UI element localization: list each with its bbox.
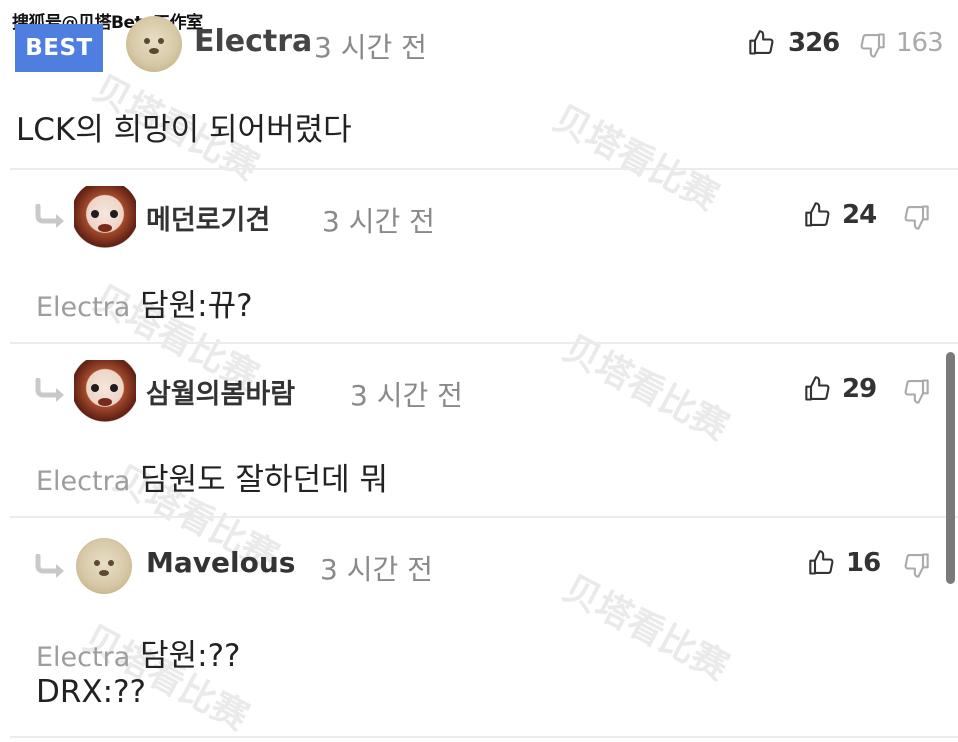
watermark-2: 贝塔看比赛 bbox=[546, 97, 725, 219]
like-button[interactable]: 29 bbox=[804, 372, 884, 408]
reply-arrow-icon bbox=[35, 554, 64, 578]
reply-text: Electra 담원:뀨? bbox=[36, 280, 253, 325]
reply-author[interactable]: Mavelous bbox=[146, 546, 295, 579]
like-button[interactable]: 24 bbox=[804, 198, 884, 234]
avatar[interactable] bbox=[126, 16, 182, 72]
watermark-6: 贝塔看比赛 bbox=[556, 567, 735, 689]
thumbs-up-icon bbox=[809, 550, 834, 575]
mention[interactable]: Electra bbox=[36, 642, 130, 673]
thumbs-up-icon bbox=[749, 30, 774, 55]
reply-text: Electra 담원:?? bbox=[36, 630, 241, 675]
like-button[interactable]: 326 bbox=[748, 26, 840, 62]
scrollbar-thumb[interactable] bbox=[946, 352, 955, 584]
reply-time: 3 시간 전 bbox=[322, 205, 435, 238]
mention[interactable]: Electra bbox=[36, 292, 130, 323]
watermark-4: 贝塔看比赛 bbox=[556, 327, 735, 449]
reply-text-content: 담원:?? bbox=[140, 638, 241, 674]
comment-time: 3 시간 전 bbox=[314, 31, 427, 64]
dislike-button[interactable]: 163 bbox=[858, 26, 948, 62]
reply-author[interactable]: 메던로기견 bbox=[146, 198, 270, 237]
comment-author[interactable]: Electra bbox=[194, 24, 312, 59]
reply-author[interactable]: 삼월의봄바람 bbox=[146, 372, 295, 411]
divider bbox=[10, 736, 958, 738]
divider bbox=[10, 168, 958, 170]
thumbs-down-icon[interactable] bbox=[902, 202, 930, 232]
avatar[interactable] bbox=[74, 360, 136, 422]
like-count: 326 bbox=[788, 28, 840, 58]
like-count: 16 bbox=[846, 548, 881, 578]
dislike-count: 163 bbox=[896, 28, 944, 58]
thumbs-down-icon bbox=[860, 33, 885, 58]
best-badge: BEST bbox=[15, 24, 103, 72]
reply-text: Electra 담원도 잘하던데 뭐 bbox=[36, 454, 388, 499]
like-count: 24 bbox=[842, 200, 877, 230]
reply-time: 3 시간 전 bbox=[350, 379, 463, 412]
reply-text-line2: DRX:?? bbox=[36, 674, 146, 710]
like-button[interactable]: 16 bbox=[808, 546, 884, 582]
avatar[interactable] bbox=[76, 538, 132, 594]
divider bbox=[10, 342, 958, 344]
reply-time: 3 시간 전 bbox=[320, 553, 433, 586]
mention[interactable]: Electra bbox=[36, 466, 130, 497]
reply-arrow-icon bbox=[35, 204, 64, 228]
thumbs-up-icon bbox=[805, 376, 830, 401]
thumbs-up-icon bbox=[805, 202, 830, 227]
comment-text: LCK의 희망이 되어버렸다 bbox=[16, 112, 352, 148]
reply-text-content: 담원:뀨? bbox=[140, 288, 253, 324]
thumbs-down-icon[interactable] bbox=[902, 550, 930, 580]
thumbs-down-icon[interactable] bbox=[902, 376, 930, 406]
divider bbox=[10, 516, 958, 518]
reply-text-content: 담원도 잘하던데 뭐 bbox=[140, 462, 388, 498]
avatar[interactable] bbox=[74, 186, 136, 248]
like-count: 29 bbox=[842, 374, 877, 404]
reply-arrow-icon bbox=[35, 378, 64, 402]
